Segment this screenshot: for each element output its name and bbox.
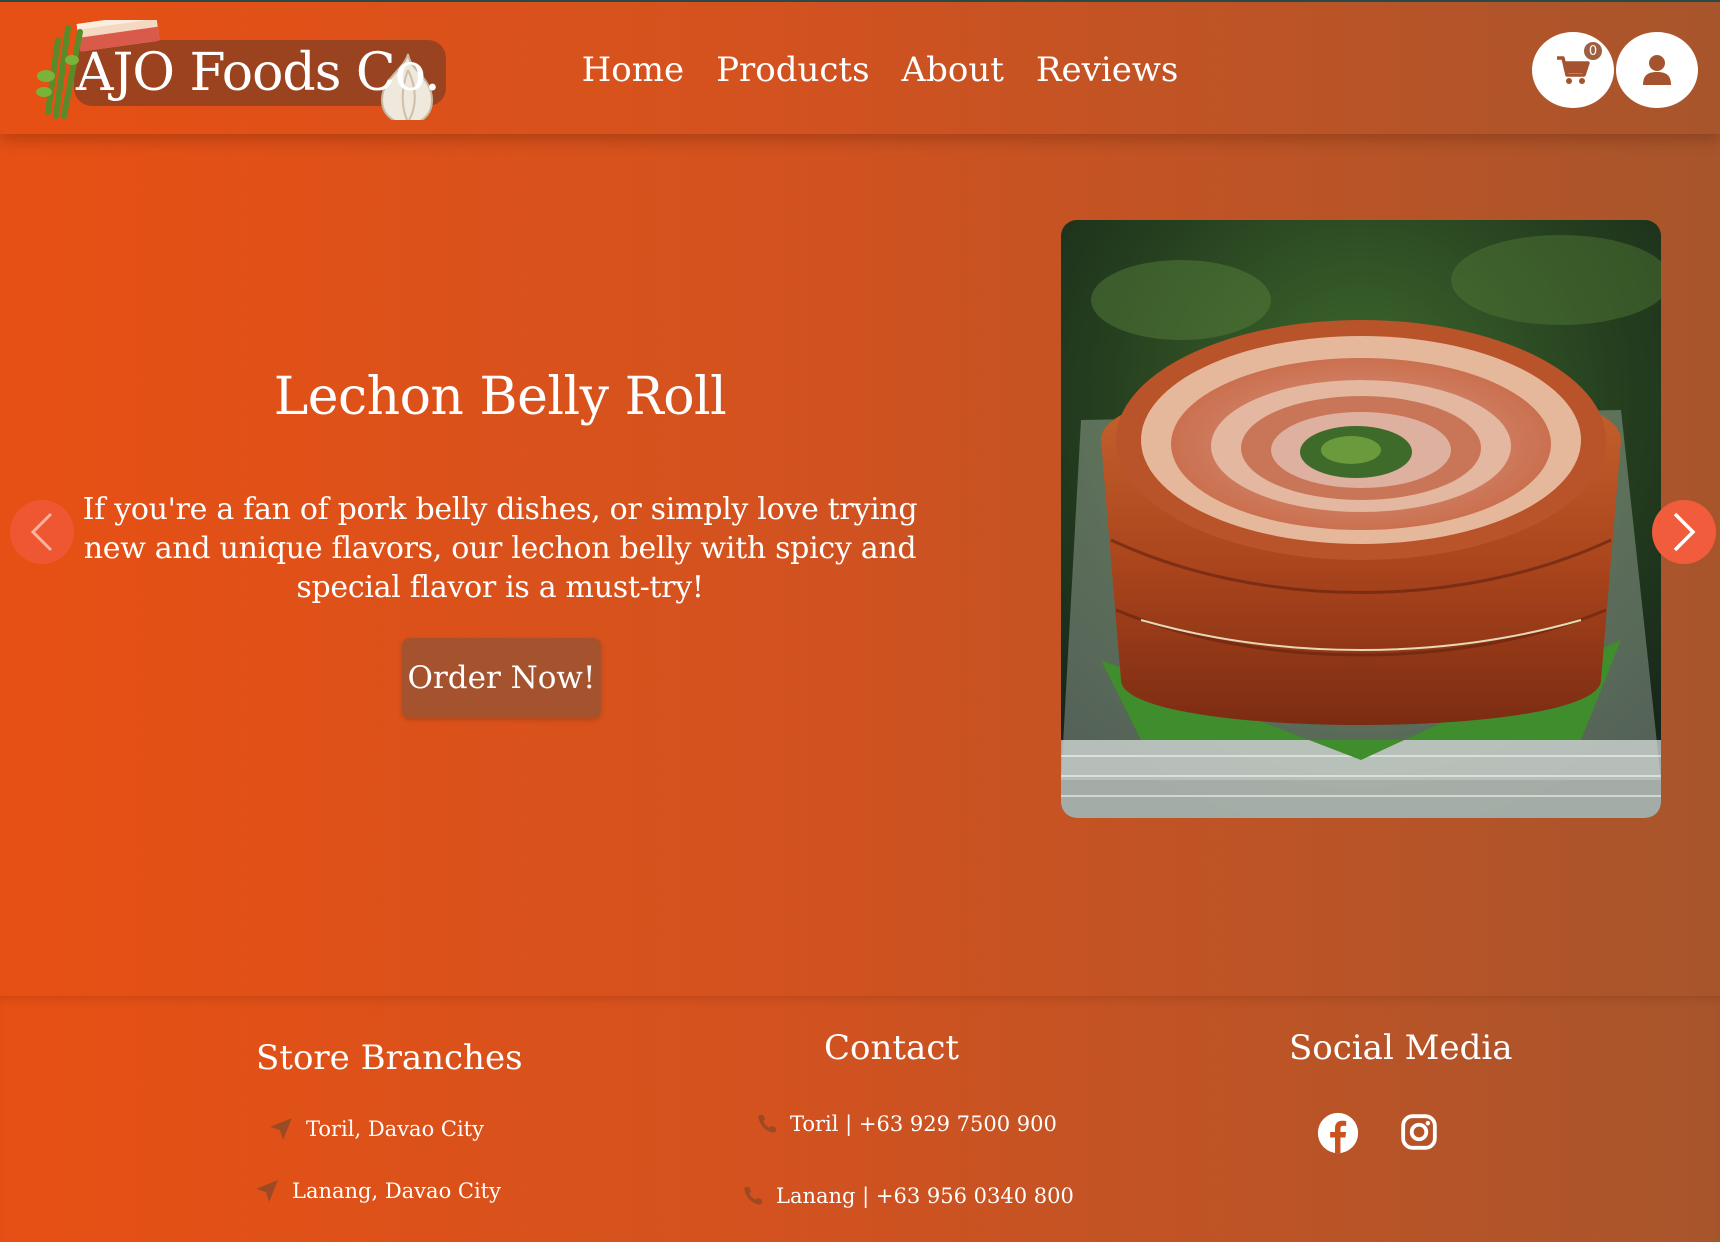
location-arrow-icon — [256, 1180, 278, 1202]
product-photo — [1061, 220, 1661, 818]
branch-item: Lanang, Davao City — [254, 1178, 501, 1204]
cart-button[interactable]: 0 — [1532, 32, 1614, 108]
nav-home[interactable]: Home — [582, 46, 684, 94]
hero-description: If you're a fan of pork belly dishes, or… — [82, 492, 918, 605]
facebook-icon[interactable] — [1317, 1112, 1359, 1154]
phone-icon — [744, 1186, 763, 1205]
hero-title: Lechon Belly Roll — [273, 367, 727, 427]
nav-reviews[interactable]: Reviews — [1036, 46, 1178, 94]
instagram-icon[interactable] — [1400, 1113, 1438, 1151]
account-button[interactable] — [1616, 32, 1698, 108]
branch-label: Lanang, Davao City — [292, 1179, 501, 1203]
contact-item: Lanang | +63 956 0340 800 — [742, 1184, 1074, 1208]
user-icon — [1643, 55, 1671, 85]
nav-about[interactable]: About — [902, 46, 1004, 94]
footer: Store Branches Toril, Davao City Lanang,… — [0, 996, 1720, 1242]
cart-count-badge: 0 — [1582, 40, 1604, 62]
nav-products[interactable]: Products — [716, 46, 869, 94]
chevron-right-icon — [1673, 512, 1696, 552]
contact-item: Toril | +63 929 7500 900 — [756, 1112, 1057, 1136]
contact-title: Contact — [824, 1028, 960, 1068]
social-media-title: Social Media — [1289, 1028, 1513, 1068]
carousel-prev-button[interactable] — [10, 500, 74, 564]
branch-item: Toril, Davao City — [268, 1116, 484, 1142]
cart-icon — [1557, 56, 1590, 84]
carousel-next-button[interactable] — [1652, 500, 1716, 564]
navbar: AJO Foods Co. Home Products About Review… — [0, 0, 1720, 134]
hero-carousel: Lechon Belly Roll If you're a fan of por… — [0, 134, 1720, 996]
branch-label: Toril, Davao City — [306, 1117, 484, 1141]
chevron-left-icon — [30, 512, 53, 552]
phone-icon — [758, 1114, 777, 1133]
main-nav: Home Products About Reviews — [0, 46, 1720, 94]
contact-label: Lanang | +63 956 0340 800 — [776, 1184, 1074, 1208]
contact-label: Toril | +63 929 7500 900 — [790, 1112, 1057, 1136]
store-branches-title: Store Branches — [256, 1038, 523, 1078]
order-now-button[interactable]: Order Now! — [402, 638, 601, 718]
location-arrow-icon — [270, 1118, 292, 1140]
